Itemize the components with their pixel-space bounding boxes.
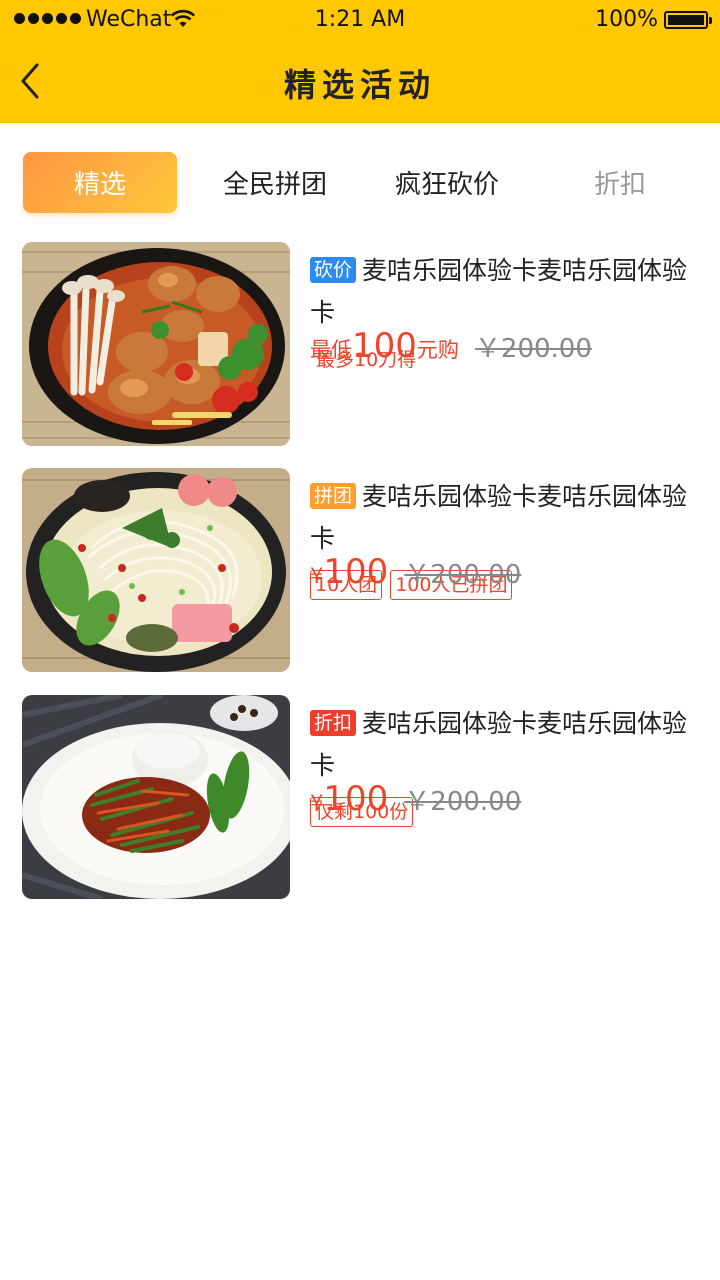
price-prefix: 最低	[310, 338, 352, 362]
list-item[interactable]: 砍价 麦咭乐园体验卡麦咭乐园体验卡 最多10刀得 最低 100 元购 ￥200.0…	[22, 242, 698, 448]
bargain-badge: 砍价	[310, 257, 357, 283]
currency-symbol: ¥	[310, 791, 324, 815]
discount-badge: 折扣	[310, 710, 357, 736]
original-price: ￥200.00	[474, 334, 592, 364]
currency-symbol: ¥	[310, 564, 324, 588]
item-title: 折扣 麦咭乐园体验卡麦咭乐园体验卡	[310, 703, 700, 787]
tab-group-buy[interactable]: 全民拼团	[200, 152, 350, 213]
sale-price: 100	[323, 552, 389, 592]
battery-icon	[664, 11, 712, 29]
tab-bargain[interactable]: 疯狂砍价	[372, 152, 522, 213]
price-line: ¥ 100 ￥200.00	[310, 552, 521, 592]
list-item[interactable]: 拼团 麦咭乐园体验卡麦咭乐园体验卡 10人团 100人已拼团 ¥ 100 ￥200…	[22, 468, 698, 674]
food-image	[22, 695, 290, 899]
group-buy-badge: 拼团	[310, 483, 357, 509]
item-info: 砍价 麦咭乐园体验卡麦咭乐园体验卡 最多10刀得 最低 100 元购 ￥200.0…	[310, 242, 700, 376]
item-title: 拼团 麦咭乐园体验卡麦咭乐园体验卡	[310, 476, 700, 560]
original-price: ￥200.00	[404, 787, 522, 817]
food-image	[22, 468, 290, 672]
original-price: ￥200.00	[404, 560, 522, 590]
list-item[interactable]: 折扣 麦咭乐园体验卡麦咭乐园体验卡 仅剩100份 ¥ 100 ￥200.00	[22, 695, 698, 901]
item-info: 拼团 麦咭乐园体验卡麦咭乐园体验卡 10人团 100人已拼团 ¥ 100 ￥200…	[310, 468, 700, 602]
tab-discount[interactable]: 折扣	[560, 152, 680, 213]
page-title: 精选活动	[283, 66, 436, 104]
price-suffix: 元购	[416, 338, 459, 362]
tab-featured[interactable]: 精选	[23, 152, 177, 213]
item-title: 砍价 麦咭乐园体验卡麦咭乐园体验卡	[310, 250, 700, 334]
battery-percent: 100%	[595, 7, 658, 32]
sale-price: 100	[352, 326, 417, 366]
item-title-text: 麦咭乐园体验卡麦咭乐园体验卡	[310, 482, 688, 553]
price-line: ¥ 100 ￥200.00	[310, 779, 521, 819]
sale-price: 100	[323, 779, 389, 819]
category-tabs: 精选 全民拼团 疯狂砍价 折扣	[0, 123, 720, 231]
app-header: WeChat 1:21 AM 100% 精选活动	[0, 0, 720, 123]
item-title-text: 麦咭乐园体验卡麦咭乐园体验卡	[310, 709, 688, 780]
food-image	[22, 242, 290, 446]
item-info: 折扣 麦咭乐园体验卡麦咭乐园体验卡 仅剩100份 ¥ 100 ￥200.00	[310, 695, 700, 829]
status-bar: WeChat 1:21 AM 100%	[0, 0, 720, 40]
item-title-text: 麦咭乐园体验卡麦咭乐园体验卡	[310, 256, 688, 327]
price-line: 最低 100 元购 ￥200.00	[310, 326, 592, 366]
